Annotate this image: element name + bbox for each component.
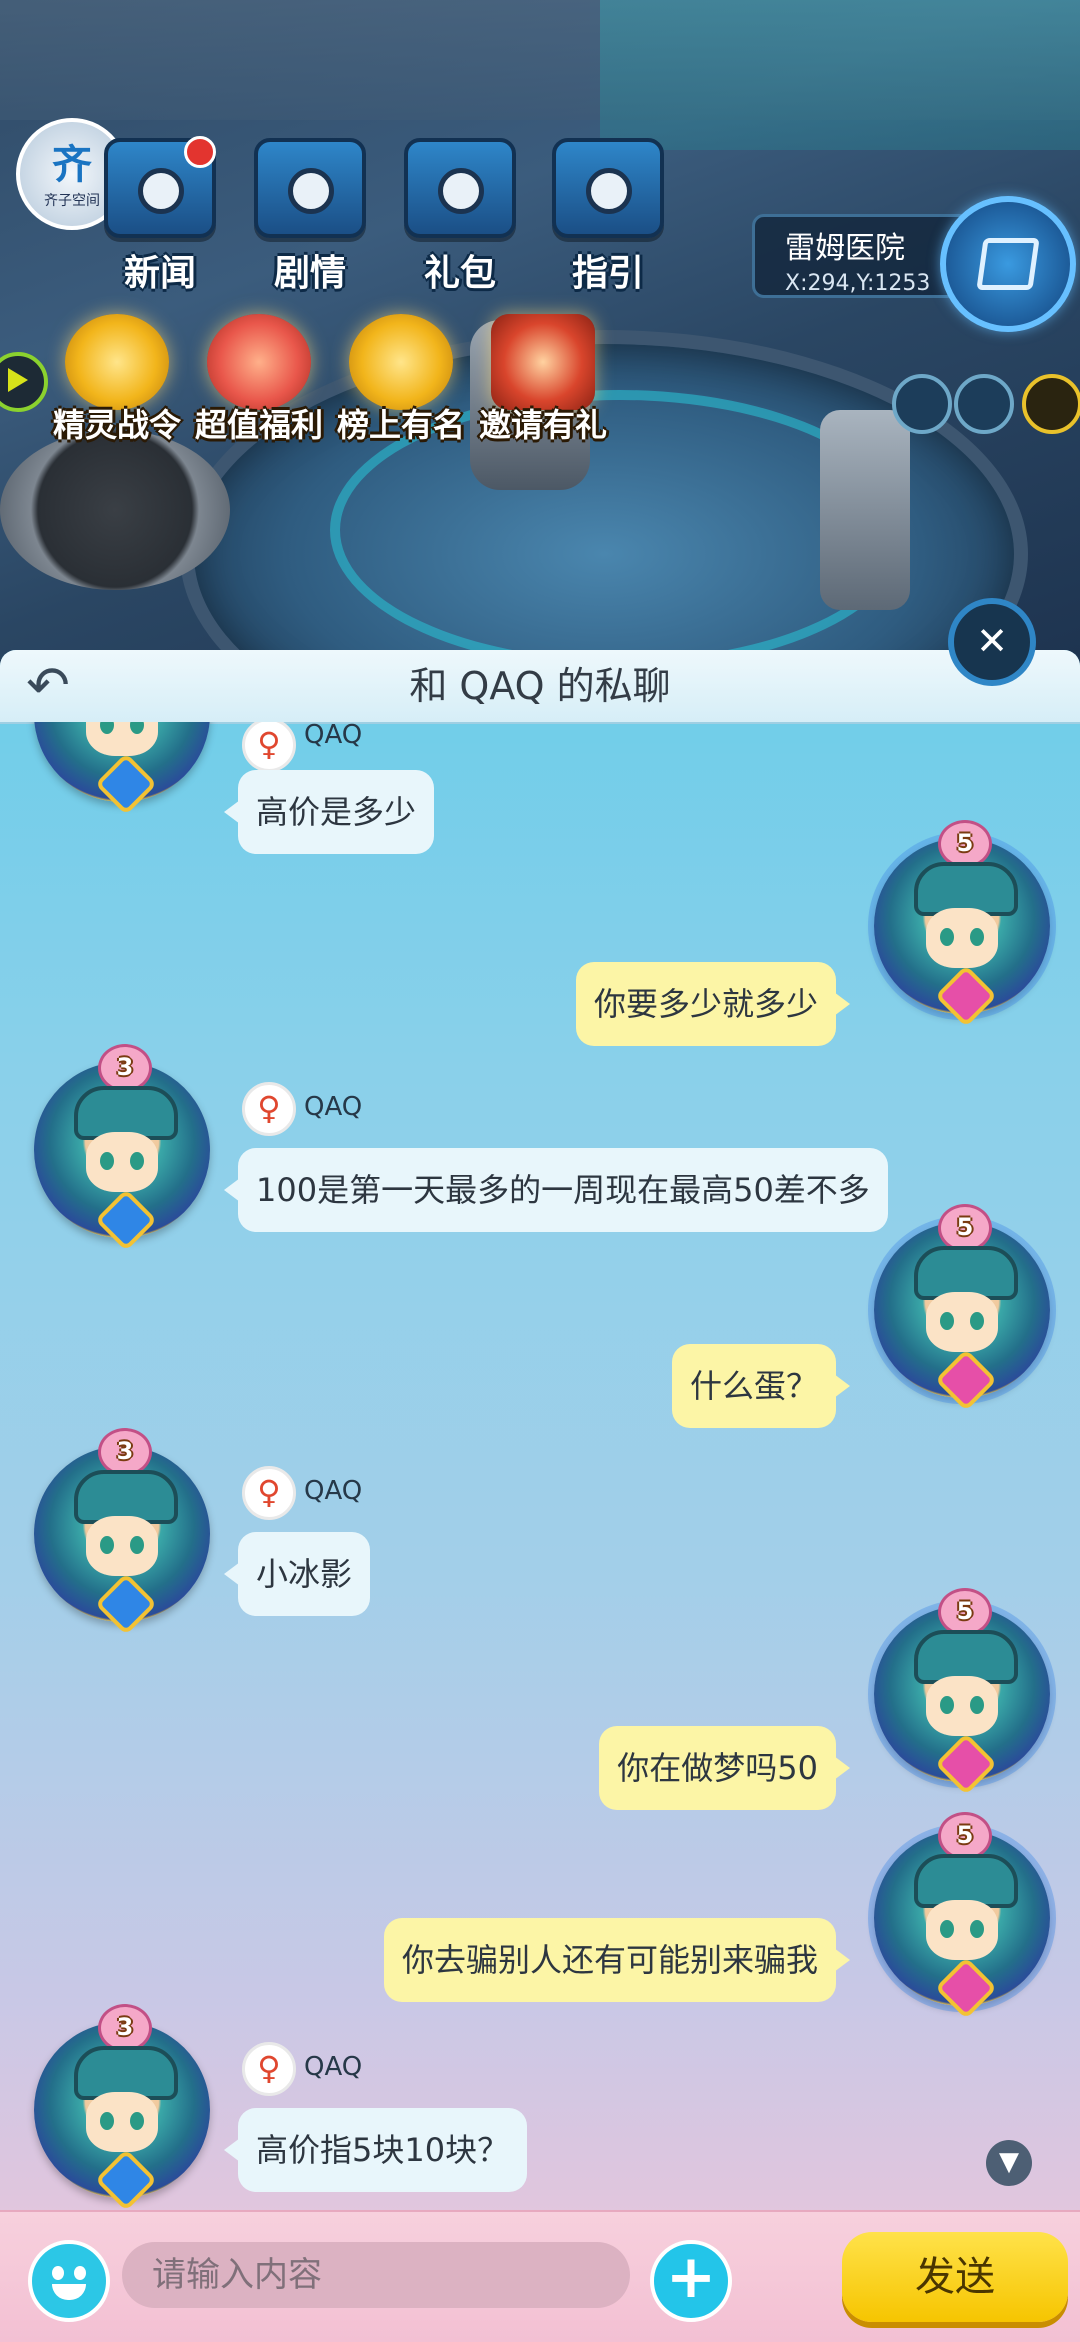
- my-avatar[interactable]: 5: [874, 1204, 1050, 1412]
- scene-window: [600, 0, 1080, 150]
- message-input[interactable]: [122, 2242, 630, 2308]
- chevron-down-icon: ▼: [999, 2147, 1019, 2177]
- guide-icon: [552, 138, 664, 238]
- giftpack-label: 礼包: [423, 253, 496, 294]
- message-bubble-received: 高价指5块10块？: [223, 2108, 528, 2192]
- giftpack-icon: [404, 138, 516, 238]
- female-icon: ♀: [242, 2042, 296, 2096]
- send-button[interactable]: 发送: [842, 2232, 1068, 2322]
- avatar-gem: [934, 1956, 998, 2020]
- chat-title: 和 QAQ 的私聊: [409, 664, 671, 708]
- rank-badge: 5: [938, 1588, 992, 1636]
- game-scene: 齐 齐子空间 新闻 剧情 礼包 指引 精灵战令 超值福利 榜上有名 邀请有礼 雷…: [0, 0, 1080, 660]
- message-bubble-sent: 你在做梦吗50: [599, 1726, 850, 1810]
- ranking-button[interactable]: 榜上有名: [326, 314, 476, 446]
- battle-pass-label: 精灵战令: [52, 406, 181, 444]
- scroll-to-bottom-button[interactable]: ▼: [986, 2140, 1032, 2186]
- welfare-button[interactable]: 超值福利: [184, 314, 334, 446]
- message-bubble-received: 小冰影: [223, 1532, 371, 1616]
- female-icon: ♀: [242, 1082, 296, 1136]
- message-bubble-sent: 你要多少就多少: [575, 962, 851, 1046]
- plus-icon: +: [665, 2242, 717, 2312]
- back-arrow-icon[interactable]: ↶: [18, 656, 78, 716]
- avatar-gem: [94, 2148, 158, 2212]
- story-button[interactable]: 剧情: [240, 138, 380, 294]
- rank-badge: 3: [98, 1428, 152, 1476]
- female-icon: ♀: [242, 722, 296, 772]
- chat-input-bar: + 发送: [0, 2210, 1080, 2342]
- female-icon: ♀: [242, 1466, 296, 1520]
- chat-header: 和 QAQ 的私聊 ↶: [0, 650, 1080, 724]
- invite-label: 邀请有礼: [478, 406, 607, 444]
- avatar-gem: [934, 1348, 998, 1412]
- battle-pass-button[interactable]: 精灵战令: [42, 314, 192, 446]
- avatar-gem: [934, 1732, 998, 1796]
- welfare-label: 超值福利: [194, 406, 323, 444]
- close-chat-button[interactable]: ✕: [948, 598, 1036, 686]
- emoji-icon[interactable]: [28, 2240, 110, 2322]
- contact-name: QAQ: [304, 2052, 363, 2082]
- location-panel: 雷姆医院 X:294,Y:1253: [752, 214, 972, 298]
- avatar-face: [86, 1132, 158, 1192]
- avatar-face: [86, 1516, 158, 1576]
- avatar-gem: [94, 1572, 158, 1636]
- close-icon: ✕: [976, 619, 1008, 663]
- avatar-face: [926, 1292, 998, 1352]
- news-label: 新闻: [123, 253, 196, 294]
- play-icon[interactable]: [0, 352, 48, 412]
- menu-list-icon[interactable]: [1022, 374, 1080, 434]
- newspaper-icon: [104, 136, 216, 238]
- avatar-face: [926, 1900, 998, 1960]
- guide-button[interactable]: 指引: [538, 138, 678, 294]
- pet-icon[interactable]: [954, 374, 1014, 434]
- message-bubble-received: 100是第一天最多的一周现在最高50差不多: [224, 1148, 888, 1232]
- contact-name: QAQ: [304, 1092, 363, 1122]
- scene-pillar: [820, 410, 910, 610]
- rank-badge: 3: [98, 2004, 152, 2052]
- emoji-mouth: [52, 2284, 86, 2300]
- story-label: 剧情: [273, 253, 346, 294]
- rank-badge: 5: [938, 820, 992, 868]
- contact-name: QAQ: [304, 722, 363, 750]
- contact-avatar[interactable]: 3: [34, 1044, 210, 1252]
- avatar-face: [86, 722, 158, 756]
- message-bubble-sent: 你去骗别人还有可能别来骗我: [383, 1918, 851, 2002]
- avatar-gem: [94, 1188, 158, 1252]
- trophy-icon: [349, 314, 453, 410]
- avatar-face: [926, 1676, 998, 1736]
- message-list[interactable]: ♀ QAQ 高价是多少 5 你要多少就多少 3 ♀ QAQ 100是第一天最多的…: [0, 722, 1080, 2222]
- voice-icon[interactable]: [892, 374, 952, 434]
- giftpack-button[interactable]: 礼包: [390, 138, 530, 294]
- story-icon: [254, 138, 366, 238]
- invite-button[interactable]: 邀请有礼: [468, 314, 618, 446]
- contact-name: QAQ: [304, 1476, 363, 1506]
- gift-box-icon: [207, 314, 311, 410]
- add-attachment-button[interactable]: +: [650, 2240, 732, 2322]
- ranking-label: 榜上有名: [336, 406, 465, 444]
- invite-envelope-icon: [491, 314, 595, 410]
- my-avatar[interactable]: 5: [874, 820, 1050, 1028]
- my-avatar[interactable]: 5: [874, 1812, 1050, 2020]
- map-icon[interactable]: [940, 196, 1076, 332]
- avatar-gem: [94, 752, 158, 816]
- avatar-face: [86, 2092, 158, 2152]
- private-chat-panel: 和 QAQ 的私聊 ↶ ♀ QAQ 高价是多少 5 你要多少就多少 3 ♀ QA…: [0, 650, 1080, 2340]
- rank-badge: 3: [98, 1044, 152, 1092]
- message-bubble-sent: 什么蛋？: [671, 1344, 851, 1428]
- contact-avatar[interactable]: 3: [34, 2004, 210, 2212]
- contact-avatar[interactable]: 3: [34, 1428, 210, 1636]
- news-button[interactable]: 新闻: [90, 136, 230, 294]
- contact-avatar[interactable]: [34, 722, 210, 816]
- scene-pod: [0, 430, 230, 590]
- rank-badge: 5: [938, 1812, 992, 1860]
- rank-badge: 5: [938, 1204, 992, 1252]
- notification-dot: [184, 136, 216, 168]
- message-bubble-received: 高价是多少: [223, 770, 435, 854]
- battle-pass-icon: [65, 314, 169, 410]
- avatar-face: [926, 908, 998, 968]
- avatar-gem: [934, 964, 998, 1028]
- my-avatar[interactable]: 5: [874, 1588, 1050, 1796]
- guide-label: 指引: [571, 253, 644, 294]
